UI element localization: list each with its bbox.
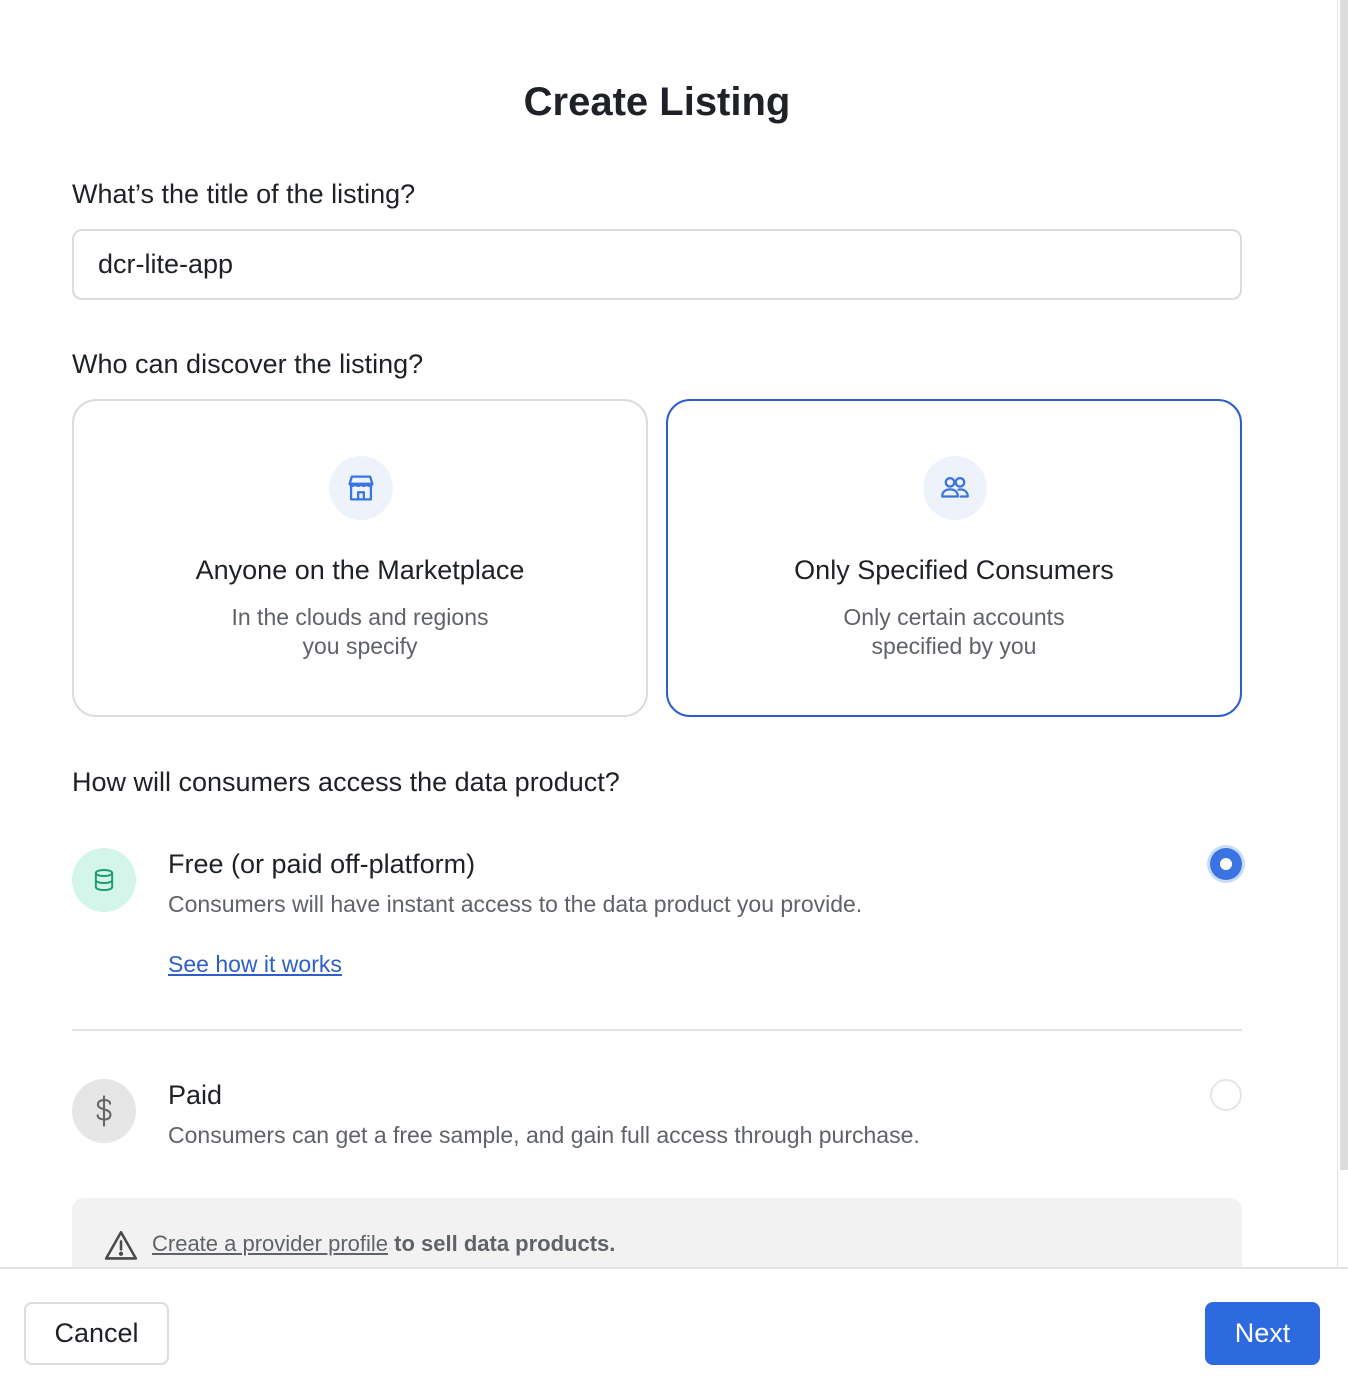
cancel-button[interactable]: Cancel xyxy=(24,1302,169,1365)
card-description: In the clouds and regions you specify xyxy=(194,603,526,661)
warning-suffix: to sell data products. xyxy=(388,1231,616,1256)
warning-icon xyxy=(104,1229,138,1266)
users-icon xyxy=(923,456,987,520)
see-how-it-works-link[interactable]: See how it works xyxy=(168,951,342,978)
listing-title-input[interactable] xyxy=(72,229,1242,300)
option-card-specified-consumers[interactable]: Only Specified Consumers Only certain ac… xyxy=(666,399,1242,717)
card-title: Anyone on the Marketplace xyxy=(195,555,525,585)
dollar-icon xyxy=(72,1079,136,1143)
option-desc-free: Consumers will have instant access to th… xyxy=(168,891,863,917)
card-desc-line: you specify xyxy=(302,633,418,659)
dialog-footer: Cancel Next xyxy=(0,1267,1348,1388)
listing-title-label: What’s the title of the listing? xyxy=(72,179,416,209)
create-provider-profile-link[interactable]: Create a provider profile xyxy=(152,1231,388,1256)
option-desc-paid: Consumers can get a free sample, and gai… xyxy=(168,1122,920,1148)
create-listing-dialog: Create Listing What’s the title of the l… xyxy=(0,0,1337,1268)
database-icon xyxy=(72,848,136,912)
card-description: Only certain accounts specified by you xyxy=(788,603,1120,661)
card-desc-line: specified by you xyxy=(871,633,1037,659)
card-title: Only Specified Consumers xyxy=(794,555,1114,585)
discover-label: Who can discover the listing? xyxy=(72,349,424,379)
divider xyxy=(72,1029,1242,1031)
radio-free[interactable] xyxy=(1210,848,1242,880)
option-card-marketplace[interactable]: Anyone on the Marketplace In the clouds … xyxy=(72,399,648,717)
option-title-paid: Paid xyxy=(168,1080,223,1110)
scrollbar-thumb[interactable] xyxy=(1340,0,1348,1170)
next-button[interactable]: Next xyxy=(1205,1302,1320,1365)
warning-text: Create a provider profile to sell data p… xyxy=(152,1231,615,1257)
radio-paid[interactable] xyxy=(1210,1079,1242,1111)
provider-profile-warning: Create a provider profile to sell data p… xyxy=(72,1198,1242,1268)
access-label: How will consumers access the data produ… xyxy=(72,767,620,797)
option-title-free: Free (or paid off-platform) xyxy=(168,849,476,879)
storefront-icon xyxy=(329,456,393,520)
card-desc-line: In the clouds and regions xyxy=(231,604,489,630)
card-desc-line: Only certain accounts xyxy=(843,604,1065,630)
page-title: Create Listing xyxy=(523,80,791,124)
